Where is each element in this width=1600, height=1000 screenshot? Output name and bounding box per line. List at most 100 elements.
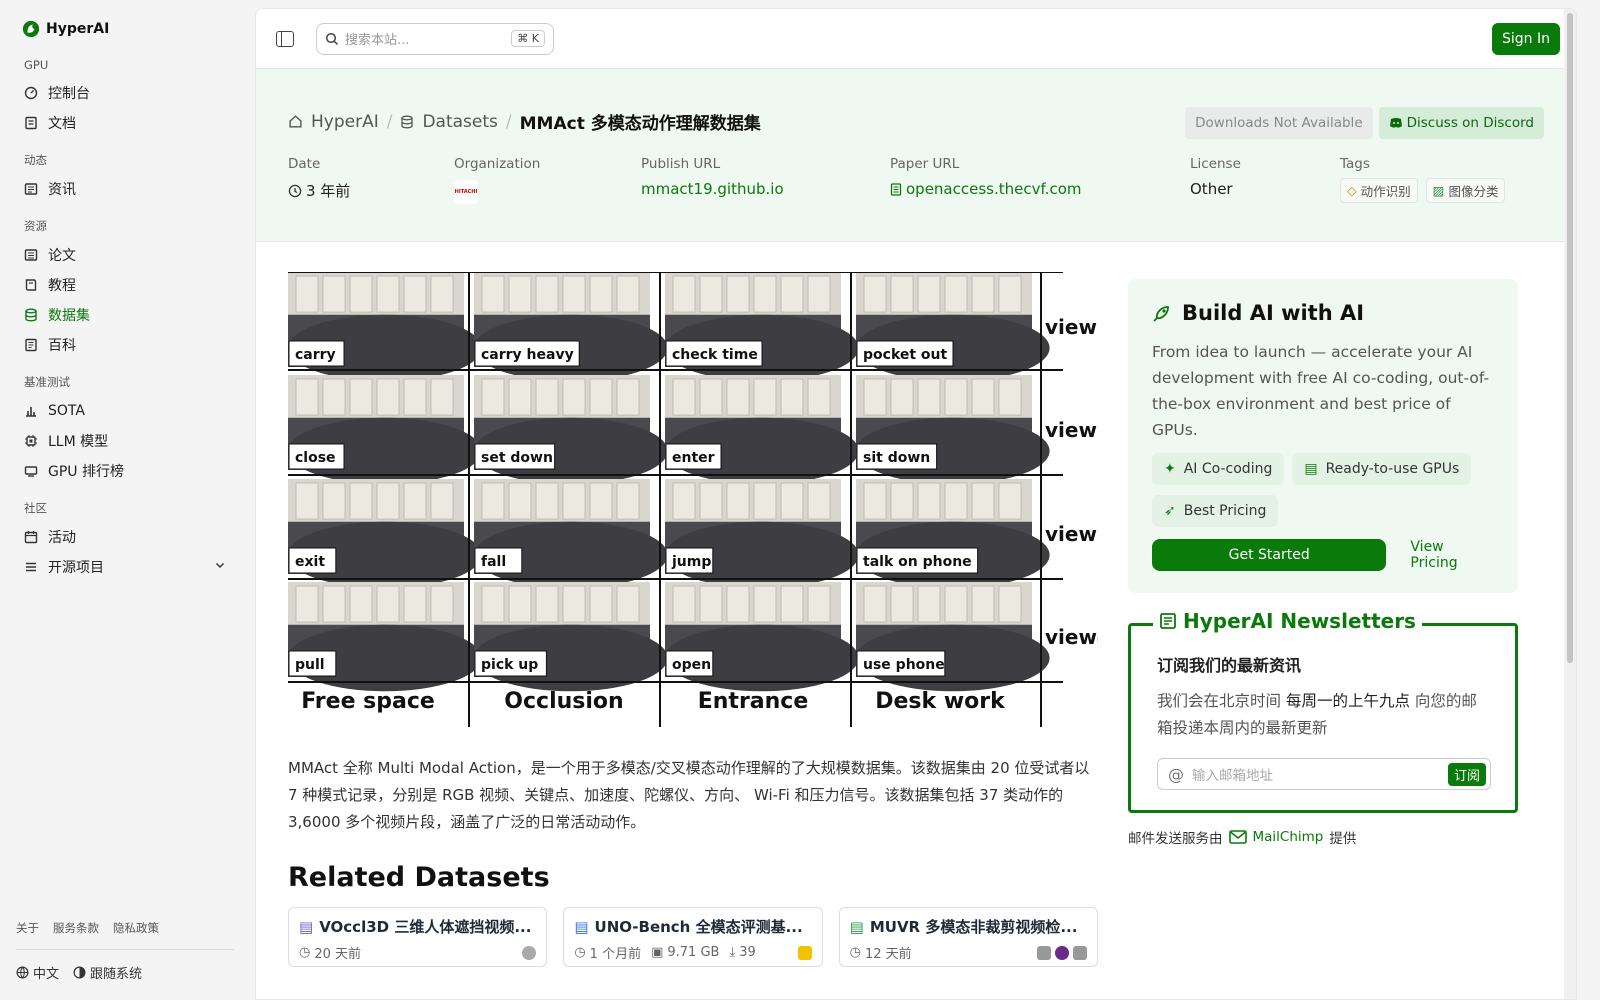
sample-frame: use phone <box>856 582 1050 692</box>
publish-url-link[interactable]: mmact19.github.io <box>641 180 784 198</box>
sidebar-item-label: 文档 <box>48 116 76 132</box>
downloads-button[interactable]: Downloads Not Available <box>1185 107 1373 139</box>
discord-button[interactable]: Discuss on Discord <box>1378 107 1544 139</box>
view-label: view1 <box>1045 315 1098 339</box>
dataset-header: HyperAI / Datasets / MMAct 多模态动作理解数据集 Do… <box>256 69 1576 242</box>
body-emphasis: 每周一的上午九点 <box>1285 692 1410 710</box>
sample-frame: pull <box>288 582 482 692</box>
paper-url-link[interactable]: openaccess.thecvf.com <box>890 180 1081 198</box>
promo-features: ✦ AI Co-coding ▤ Ready-to-use GPUs ➶ Best P… <box>1152 453 1494 527</box>
sidebar-item-datasets[interactable]: 数据集 <box>16 300 234 330</box>
subscribe-button[interactable]: 订阅 <box>1447 762 1486 786</box>
dataset-description: MMAct 全称 Multi Modal Action，是一个用于多模态/交叉模… <box>288 759 1090 831</box>
related-dataset-title: ▤ UNO-Bench 全模态评测基... <box>574 916 811 937</box>
database-icon: ▤ <box>299 917 314 936</box>
database-icon <box>24 308 38 322</box>
promo-title: Build AI with AI <box>1152 301 1494 325</box>
sidebar-item-gpu-rank[interactable]: GPU 排行榜 <box>16 456 234 486</box>
calendar-icon <box>24 530 38 544</box>
email-field[interactable]: @ 输入邮箱地址 订阅 <box>1157 758 1491 790</box>
get-started-button[interactable]: Get Started <box>1152 539 1387 571</box>
breadcrumb-datasets[interactable]: Datasets <box>422 112 497 132</box>
sample-frame: open <box>665 582 859 692</box>
top-bar: 搜索本站... ⌘ K Sign In <box>256 9 1576 69</box>
search-input[interactable]: 搜索本站... ⌘ K <box>316 22 554 55</box>
footer-link-about[interactable]: 关于 <box>16 920 39 936</box>
image-icon: ▨ <box>1432 183 1445 198</box>
clock-icon: ◷ <box>574 945 586 960</box>
related-dataset-title: ▤ MUVR 多模态非裁剪视频检... <box>850 916 1087 937</box>
theme-switch[interactable]: 跟随系统 <box>73 963 142 982</box>
related-dataset-card[interactable]: ▤ MUVR 多模态非裁剪视频检... ◷ 12 天前 <box>838 907 1098 967</box>
license-value: Other <box>1190 180 1233 198</box>
language-label: 中文 <box>33 967 60 982</box>
sidebar-item-tutorials[interactable]: 教程 <box>16 270 234 300</box>
sidebar-item-events[interactable]: 活动 <box>16 522 234 552</box>
action-label: pull <box>295 657 325 673</box>
breadcrumb-home[interactable]: HyperAI <box>311 112 379 132</box>
discord-icon <box>1389 118 1402 128</box>
sidebar-item-papers[interactable]: 论文 <box>16 240 234 270</box>
feature-chip: ✦ AI Co-coding <box>1152 453 1285 485</box>
brand-logo[interactable]: HyperAI <box>22 20 234 38</box>
action-label: fall <box>481 554 506 570</box>
sidebar-item-label: 数据集 <box>48 308 90 324</box>
rocket-icon <box>1153 306 1169 322</box>
sample-frame: pick up <box>474 582 668 692</box>
newsletter-box: HyperAI Newsletters 订阅我们的最新资讯 我们会在北京时间 每… <box>1128 609 1518 813</box>
sidebar-item-label: 活动 <box>48 530 76 546</box>
action-label: sit down <box>863 450 930 466</box>
breadcrumb-separator: / <box>386 111 393 132</box>
mail-provider-note: 邮件发送服务由 MailChimp 提供 <box>1128 827 1518 847</box>
sidebar-item-sota[interactable]: SOTA <box>16 396 234 426</box>
meta-label: Date <box>288 156 321 172</box>
tag-chip[interactable]: ◇ 动作识别 <box>1340 178 1418 203</box>
scrollbar-thumb[interactable] <box>1567 13 1573 663</box>
tag-chip[interactable]: ▨ 图像分类 <box>1425 178 1506 203</box>
tag-list: ◇ 动作识别 ▨ 图像分类 <box>1340 178 1506 203</box>
sidebar-item-wiki[interactable]: 百科 <box>16 330 234 360</box>
search-icon <box>325 32 339 45</box>
chip-label: Ready-to-use GPUs <box>1325 461 1460 477</box>
sidebar: HyperAI GPU 控制台 文档 动态 资讯 资源 论文 教程 数据集 百科… <box>0 0 250 1000</box>
mail-icon <box>1228 830 1247 844</box>
chip-icon <box>24 434 38 448</box>
sidebar-item-docs[interactable]: 文档 <box>16 108 234 138</box>
gauge-icon <box>24 86 38 100</box>
chip-label: Best Pricing <box>1183 503 1267 519</box>
related-datasets-grid: ▤ VOccl3D 三维人体遮挡视频... ◷ 20 天前 ▤ UNO-Bench 全… <box>288 907 1098 967</box>
sample-frame: set down <box>474 375 668 485</box>
view-label: view4 <box>1045 625 1098 649</box>
sidebar-item-console[interactable]: 控制台 <box>16 78 234 108</box>
sample-frame: talk on phone <box>856 479 1050 589</box>
footer-link-terms[interactable]: 服务条款 <box>53 920 99 936</box>
sidebar-item-opensource[interactable]: 开源项目 <box>16 552 234 582</box>
page-title: MMAct 多模态动作理解数据集 <box>519 114 761 134</box>
card-downloads: 39 <box>739 945 756 960</box>
language-switch[interactable]: 中文 <box>16 963 59 982</box>
related-dataset-card[interactable]: ▤ UNO-Bench 全模态评测基... ◷ 1 个月前 ▣ 9.71 GB ⤓ 39 <box>563 907 823 967</box>
org-logo-icon <box>522 945 537 960</box>
brand-name: HyperAI <box>46 21 110 37</box>
organization-logo[interactable]: HITACHI <box>454 180 478 204</box>
sample-frame: sit down <box>856 375 1050 485</box>
sidebar-toggle-icon[interactable] <box>276 30 294 47</box>
mailchimp-link[interactable]: MailChimp <box>1253 829 1324 845</box>
sign-in-button[interactable]: Sign In <box>1492 23 1560 55</box>
tag-label: 图像分类 <box>1448 184 1499 199</box>
paper-url-label: openaccess.thecvf.com <box>906 180 1082 198</box>
view-pricing-link[interactable]: View Pricing <box>1410 539 1494 571</box>
dataset-preview-image: carry carry heavy check time pocket out view… <box>288 271 1111 727</box>
promo-card: Build AI with AI From idea to launch — a… <box>1128 279 1518 593</box>
section-title-community: 社区 <box>24 501 47 515</box>
sidebar-item-label: LLM 模型 <box>48 434 109 450</box>
sidebar-item-news[interactable]: 资讯 <box>16 174 234 204</box>
sidebar-item-llm[interactable]: LLM 模型 <box>16 426 234 456</box>
action-label: check time <box>672 347 758 363</box>
gpu-icon <box>24 464 38 478</box>
page-scrollbar[interactable] <box>1564 9 1576 999</box>
footer-link-privacy[interactable]: 隐私政策 <box>113 920 159 936</box>
chevron-down-icon[interactable] <box>214 559 226 575</box>
action-label: talk on phone <box>863 554 972 570</box>
related-dataset-card[interactable]: ▤ VOccl3D 三维人体遮挡视频... ◷ 20 天前 <box>288 907 548 967</box>
